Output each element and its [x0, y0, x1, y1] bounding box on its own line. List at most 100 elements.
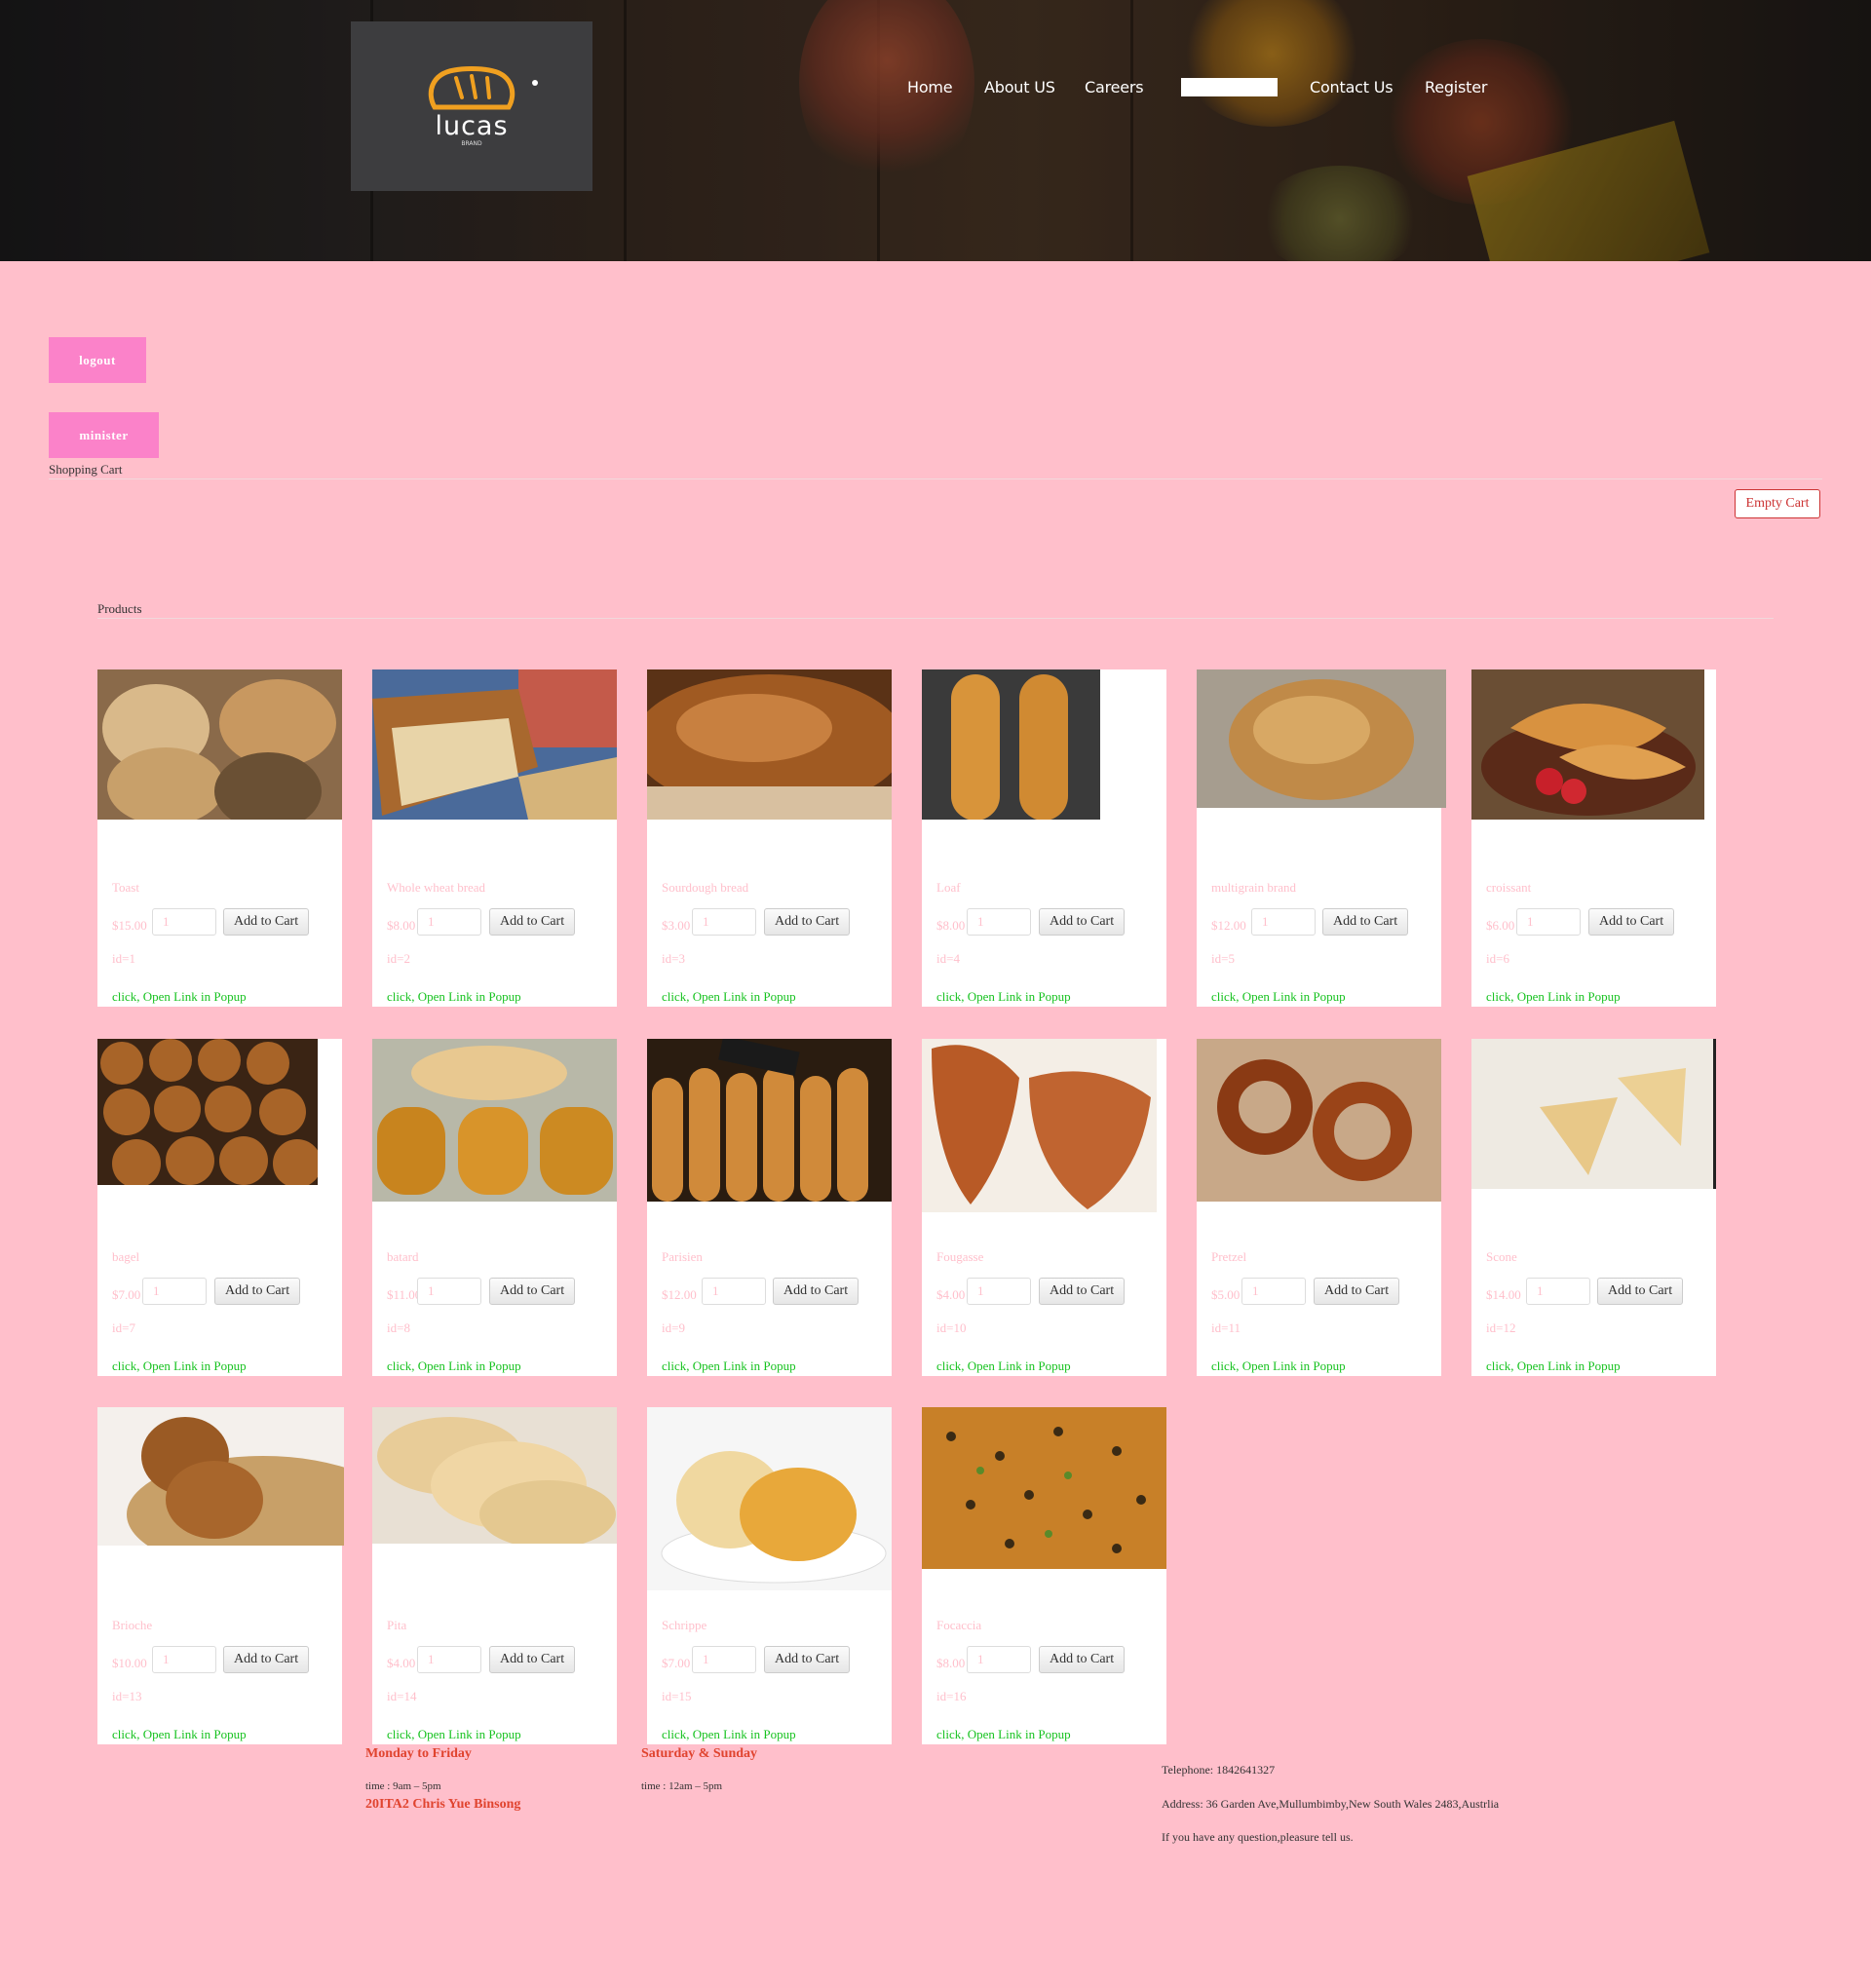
sourdough-bread-image [647, 669, 892, 820]
add-to-cart-button[interactable]: Add to Cart [1039, 1646, 1126, 1673]
product-price: $10.00 [112, 1656, 147, 1670]
product-price: $5.00 [1211, 1287, 1241, 1302]
empty-cart-button[interactable]: Empty Cart [1735, 489, 1820, 518]
product-id: id=14 [387, 1689, 417, 1703]
add-to-cart-button[interactable]: Add to Cart [1588, 908, 1675, 936]
product-name: batard [387, 1249, 419, 1264]
scone-image [1471, 1039, 1716, 1189]
popup-link[interactable]: click, Open Link in Popup [662, 1727, 796, 1742]
nav-about-us[interactable]: About US [984, 78, 1055, 96]
popup-link[interactable]: click, Open Link in Popup [1211, 989, 1346, 1005]
popup-link[interactable]: click, Open Link in Popup [112, 1358, 247, 1374]
add-to-cart-button[interactable]: Add to Cart [223, 908, 310, 936]
nav-register[interactable]: Register [1425, 78, 1487, 96]
quantity-input[interactable]: 1 [152, 908, 216, 936]
product-price: $8.00 [936, 1656, 966, 1670]
add-to-cart-button[interactable]: Add to Cart [764, 908, 851, 936]
product-name: Scone [1486, 1249, 1517, 1264]
quantity-input[interactable]: 1 [417, 1278, 481, 1305]
quantity-input[interactable]: 1 [967, 1646, 1031, 1673]
popup-link[interactable]: click, Open Link in Popup [936, 1358, 1071, 1374]
quantity-input[interactable]: 1 [1251, 908, 1316, 936]
quantity-input[interactable]: 1 [417, 1646, 481, 1673]
nav-contact-us[interactable]: Contact Us [1310, 78, 1394, 96]
product-name: Schrippe [662, 1618, 707, 1632]
quantity-input[interactable]: 1 [152, 1646, 216, 1673]
quantity-input[interactable]: 1 [1526, 1278, 1590, 1305]
add-to-cart-button[interactable]: Add to Cart [773, 1278, 859, 1305]
logo-dot [532, 80, 538, 86]
logo-text: lucas [435, 111, 509, 141]
add-to-cart-button[interactable]: Add to Cart [214, 1278, 301, 1305]
popup-link[interactable]: click, Open Link in Popup [662, 989, 796, 1005]
add-to-cart-button[interactable]: Add to Cart [1597, 1278, 1684, 1305]
product-card: Sourdough bread $3.00 1 Add to Cart id=3… [647, 669, 892, 1007]
popup-link[interactable]: click, Open Link in Popup [1211, 1358, 1346, 1374]
fougasse-image [922, 1039, 1157, 1212]
product-name: Loaf [936, 880, 961, 895]
product-name: Fougasse [936, 1249, 984, 1264]
quantity-input[interactable]: 1 [142, 1278, 207, 1305]
product-id: id=8 [387, 1320, 410, 1335]
product-price: $3.00 [662, 918, 691, 933]
quantity-input[interactable]: 1 [702, 1278, 766, 1305]
quantity-input[interactable]: 1 [417, 908, 481, 936]
weekend-hours: time : 12am – 5pm [641, 1780, 723, 1792]
add-to-cart-button[interactable]: Add to Cart [223, 1646, 310, 1673]
quantity-input[interactable]: 1 [967, 908, 1031, 936]
nav-order-online[interactable]: Order online [1181, 78, 1278, 96]
product-price: $11.00 [387, 1287, 422, 1302]
quantity-input[interactable]: 1 [692, 1646, 756, 1673]
add-to-cart-button[interactable]: Add to Cart [1314, 1278, 1400, 1305]
divider [97, 618, 1774, 619]
add-to-cart-button[interactable]: Add to Cart [489, 908, 576, 936]
popup-link[interactable]: click, Open Link in Popup [112, 1727, 247, 1742]
bagel-image [97, 1039, 318, 1185]
product-name: Brioche [112, 1618, 153, 1632]
logout-button[interactable]: logout [49, 337, 146, 383]
hero-header: lucas BRAND Home About US Careers Order … [0, 0, 1871, 261]
popup-link[interactable]: click, Open Link in Popup [387, 1727, 521, 1742]
product-id: id=12 [1486, 1320, 1516, 1335]
product-price: $6.00 [1486, 918, 1515, 933]
popup-link[interactable]: click, Open Link in Popup [112, 989, 247, 1005]
popup-link[interactable]: click, Open Link in Popup [1486, 1358, 1621, 1374]
add-to-cart-button[interactable]: Add to Cart [489, 1646, 576, 1673]
product-card: Pretzel $5.00 1 Add to Cart id=11 click,… [1197, 1039, 1441, 1376]
parisien-image [647, 1039, 892, 1202]
brioche-image [97, 1407, 344, 1546]
popup-link[interactable]: click, Open Link in Popup [936, 1727, 1071, 1742]
product-card: Brioche $10.00 1 Add to Cart id=13 click… [97, 1407, 344, 1744]
product-card: bagel $7.00 1 Add to Cart id=7 click, Op… [97, 1039, 342, 1376]
popup-link[interactable]: click, Open Link in Popup [387, 1358, 521, 1374]
product-name: bagel [112, 1249, 140, 1264]
popup-link[interactable]: click, Open Link in Popup [936, 989, 1071, 1005]
quantity-input[interactable]: 1 [692, 908, 756, 936]
quantity-input[interactable]: 1 [1241, 1278, 1306, 1305]
popup-link[interactable]: click, Open Link in Popup [662, 1358, 796, 1374]
batard-image [372, 1039, 617, 1202]
quantity-input[interactable]: 1 [1516, 908, 1581, 936]
minister-button[interactable]: minister [49, 412, 159, 458]
add-to-cart-button[interactable]: Add to Cart [489, 1278, 576, 1305]
popup-link[interactable]: click, Open Link in Popup [387, 989, 521, 1005]
nav-careers[interactable]: Careers [1085, 78, 1144, 96]
loaf-image [922, 669, 1100, 820]
quantity-input[interactable]: 1 [967, 1278, 1031, 1305]
pita-image [372, 1407, 617, 1544]
popup-link[interactable]: click, Open Link in Popup [1486, 989, 1621, 1005]
add-to-cart-button[interactable]: Add to Cart [1322, 908, 1409, 936]
add-to-cart-button[interactable]: Add to Cart [764, 1646, 851, 1673]
brand-logo[interactable]: lucas BRAND [351, 21, 592, 191]
weekday-hours: time : 9am – 5pm [365, 1780, 441, 1792]
multigrain-bread-image [1197, 669, 1446, 808]
add-to-cart-button[interactable]: Add to Cart [1039, 908, 1126, 936]
product-price: $4.00 [936, 1287, 966, 1302]
product-price: $4.00 [387, 1656, 416, 1670]
product-name: Whole wheat bread [387, 880, 486, 895]
pretzel-image [1197, 1039, 1441, 1202]
product-id: id=6 [1486, 951, 1509, 966]
add-to-cart-button[interactable]: Add to Cart [1039, 1278, 1126, 1305]
product-id: id=11 [1211, 1320, 1241, 1335]
nav-home[interactable]: Home [907, 78, 953, 96]
